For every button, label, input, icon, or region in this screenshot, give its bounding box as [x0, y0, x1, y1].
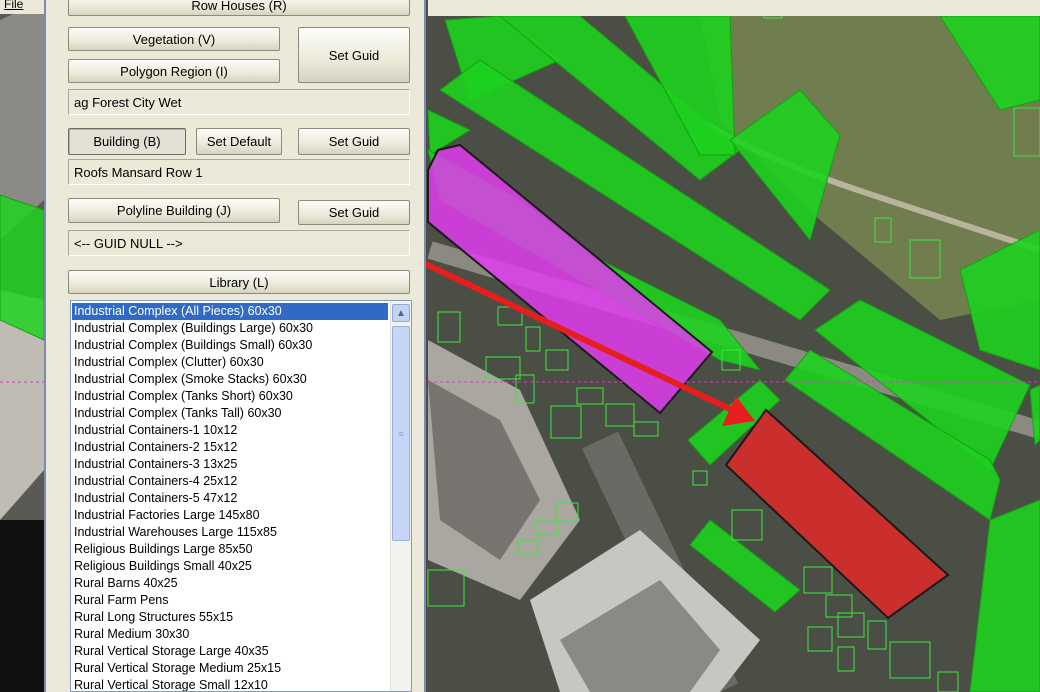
list-item[interactable]: Religious Buildings Small 40x25	[72, 558, 388, 575]
library-listbox[interactable]: Industrial Complex (All Pieces) 60x30 Ind…	[70, 300, 412, 692]
list-item[interactable]: Industrial Complex (Smoke Stacks) 60x30	[72, 371, 388, 388]
row-houses-button[interactable]: Row Houses (R)	[68, 0, 410, 16]
polyline-building-button[interactable]: Polyline Building (J)	[68, 198, 280, 223]
building-button[interactable]: Building (B)	[68, 128, 186, 155]
list-item[interactable]: Rural Vertical Storage Small 12x10	[72, 677, 388, 691]
menu-bar: File	[0, 0, 44, 14]
building-guid-field[interactable]: Roofs Mansard Row 1	[68, 159, 410, 185]
list-item[interactable]: Rural Vertical Storage Medium 25x15	[72, 660, 388, 677]
list-item[interactable]: Industrial Warehouses Large 115x85	[72, 524, 388, 541]
library-list-items: Industrial Complex (All Pieces) 60x30 Ind…	[72, 303, 388, 691]
map-left-void	[0, 520, 44, 692]
vegetation-region[interactable]	[0, 194, 45, 341]
menu-file[interactable]: File	[4, 0, 23, 11]
polyline-guid-field[interactable]: <-- GUID NULL -->	[68, 230, 410, 256]
scroll-up-button[interactable]: ▲	[392, 304, 410, 322]
list-item[interactable]: Religious Buildings Large 85x50	[72, 541, 388, 558]
list-item[interactable]: Rural Long Structures 55x15	[72, 609, 388, 626]
list-item[interactable]: Industrial Complex (Clutter) 60x30	[72, 354, 388, 371]
set-guid-button[interactable]: Set Guid	[298, 27, 410, 83]
scroll-thumb[interactable]: ≡	[392, 326, 410, 541]
library-button[interactable]: Library (L)	[68, 270, 410, 294]
list-scrollbar[interactable]: ▲ ≡	[390, 301, 411, 691]
list-item[interactable]: Rural Vertical Storage Large 40x35	[72, 643, 388, 660]
set-guid-button[interactable]: Set Guid	[298, 128, 410, 155]
vegetation-guid-field[interactable]: ag Forest City Wet	[68, 89, 410, 115]
list-item[interactable]: Industrial Containers-4 25x12	[72, 473, 388, 490]
list-item[interactable]: Industrial Containers-1 10x12	[72, 422, 388, 439]
list-item[interactable]: Rural Barns 40x25	[72, 575, 388, 592]
list-item[interactable]: Industrial Complex (Tanks Tall) 60x30	[72, 405, 388, 422]
list-item[interactable]: Industrial Containers-2 15x12	[72, 439, 388, 456]
vegetation-button[interactable]: Vegetation (V)	[68, 27, 280, 51]
list-item[interactable]: Industrial Containers-5 47x12	[72, 490, 388, 507]
list-item[interactable]: Industrial Containers-3 13x25	[72, 456, 388, 473]
list-item[interactable]: Industrial Factories Large 145x80	[72, 507, 388, 524]
window-top-strip	[428, 0, 1040, 16]
list-item[interactable]: Rural Farm Pens	[72, 592, 388, 609]
list-item[interactable]: Industrial Complex (Buildings Small) 60x…	[72, 337, 388, 354]
set-guid-button[interactable]: Set Guid	[298, 200, 410, 225]
list-item[interactable]: Rural Medium 30x30	[72, 626, 388, 643]
set-default-button[interactable]: Set Default	[196, 128, 282, 155]
polygon-region-button[interactable]: Polygon Region (I)	[68, 59, 280, 83]
list-item[interactable]: Industrial Complex (Tanks Short) 60x30	[72, 388, 388, 405]
list-item[interactable]: Industrial Complex (All Pieces) 60x30	[72, 303, 388, 320]
tool-panel: Row Houses (R) Vegetation (V) Polygon Re…	[44, 0, 426, 692]
list-item[interactable]: Industrial Complex (Buildings Large) 60x…	[72, 320, 388, 337]
